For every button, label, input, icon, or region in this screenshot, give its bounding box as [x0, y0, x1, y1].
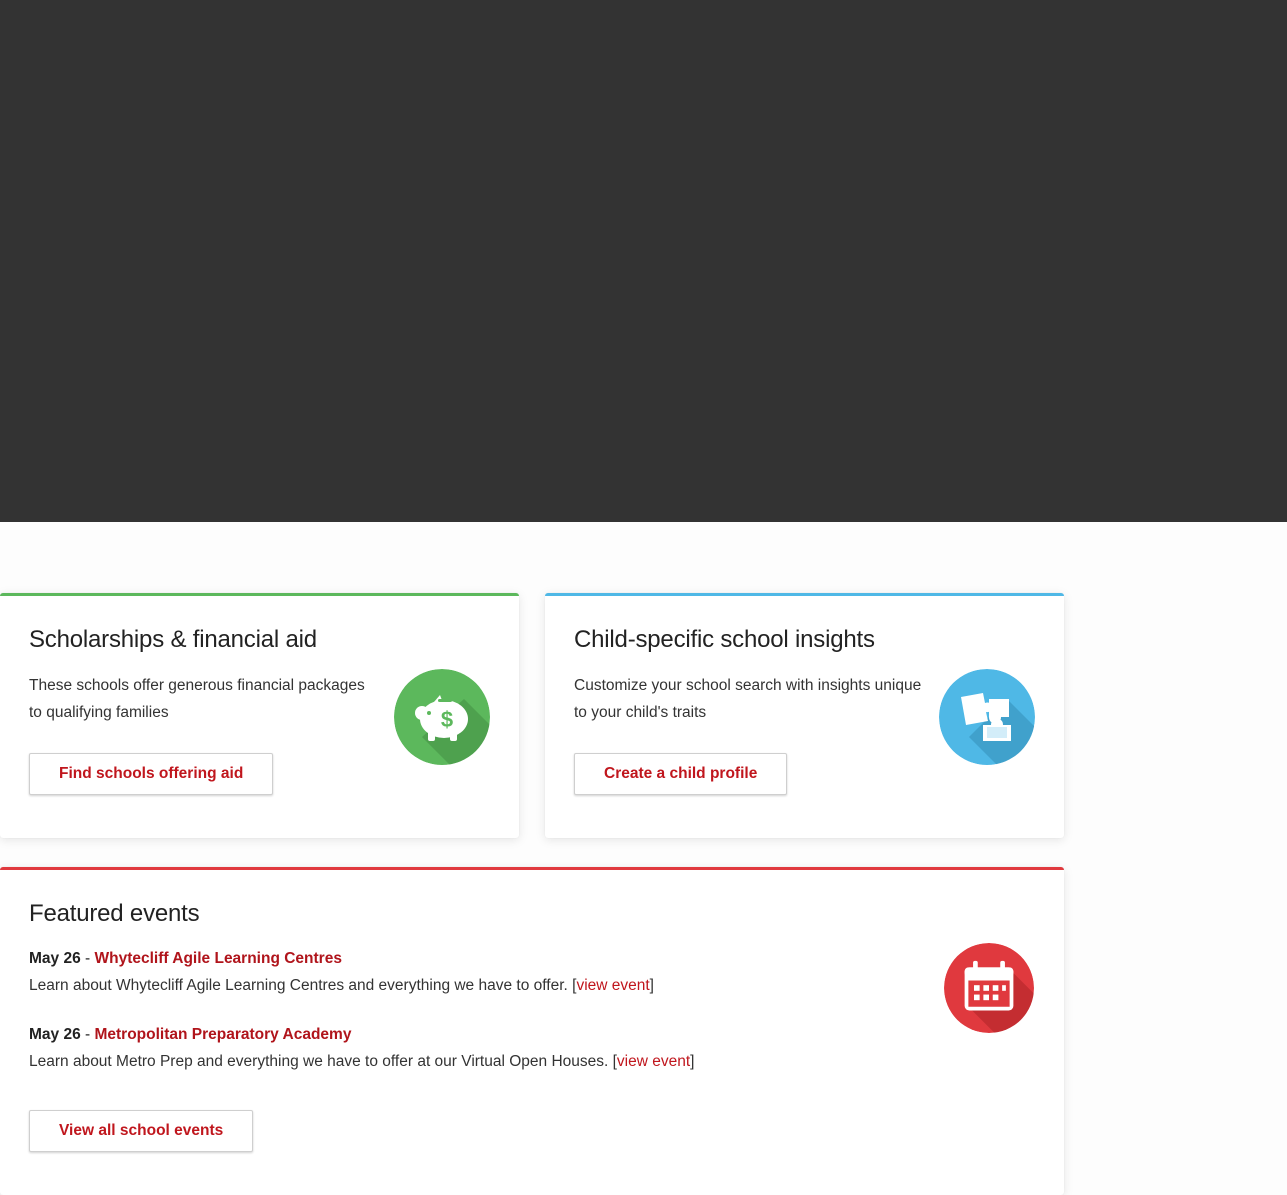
featured-events-title: Featured events	[29, 900, 200, 927]
svg-text:$: $	[441, 707, 453, 732]
hero-banner	[0, 0, 1287, 522]
calendar-icon	[944, 943, 1034, 1033]
event-description: Learn about Whytecliff Agile Learning Ce…	[29, 977, 577, 994]
event-description: Learn about Metro Prep and everything we…	[29, 1053, 617, 1070]
featured-events-card: Featured events May 26 - Whytecliff Agil…	[0, 867, 1064, 1195]
insights-description: Customize your school search with insigh…	[574, 677, 922, 721]
puzzle-icon	[939, 669, 1035, 765]
view-all-school-events-button[interactable]: View all school events	[29, 1110, 254, 1152]
event-separator: -	[80, 1026, 95, 1043]
create-child-profile-button[interactable]: Create a child profile	[574, 753, 788, 795]
scholarships-description: These schools offer generous financial p…	[29, 677, 365, 721]
event-date: May 26	[29, 950, 81, 967]
insights-card: Child-specific school insights Customize…	[545, 593, 1064, 838]
insights-title: Child-specific school insights	[574, 626, 875, 653]
scholarships-title: Scholarships & financial aid	[29, 626, 317, 653]
event-item: May 26 - Whytecliff Agile Learning Centr…	[29, 948, 654, 997]
scholarships-card: Scholarships & financial aid These schoo…	[0, 593, 519, 838]
view-event-link[interactable]: view event	[576, 977, 649, 994]
event-bracket: ]	[690, 1053, 695, 1070]
event-bracket: ]	[649, 977, 654, 994]
piggy-bank-icon: $	[394, 669, 490, 765]
event-separator: -	[80, 950, 95, 967]
event-name-link[interactable]: Metropolitan Preparatory Academy	[94, 1026, 351, 1043]
event-date: May 26	[29, 1026, 81, 1043]
view-event-link[interactable]: view event	[617, 1053, 690, 1070]
find-schools-offering-aid-button[interactable]: Find schools offering aid	[29, 753, 274, 795]
event-name-link[interactable]: Whytecliff Agile Learning Centres	[94, 950, 341, 967]
event-item: May 26 - Metropolitan Preparatory Academ…	[29, 1024, 694, 1073]
